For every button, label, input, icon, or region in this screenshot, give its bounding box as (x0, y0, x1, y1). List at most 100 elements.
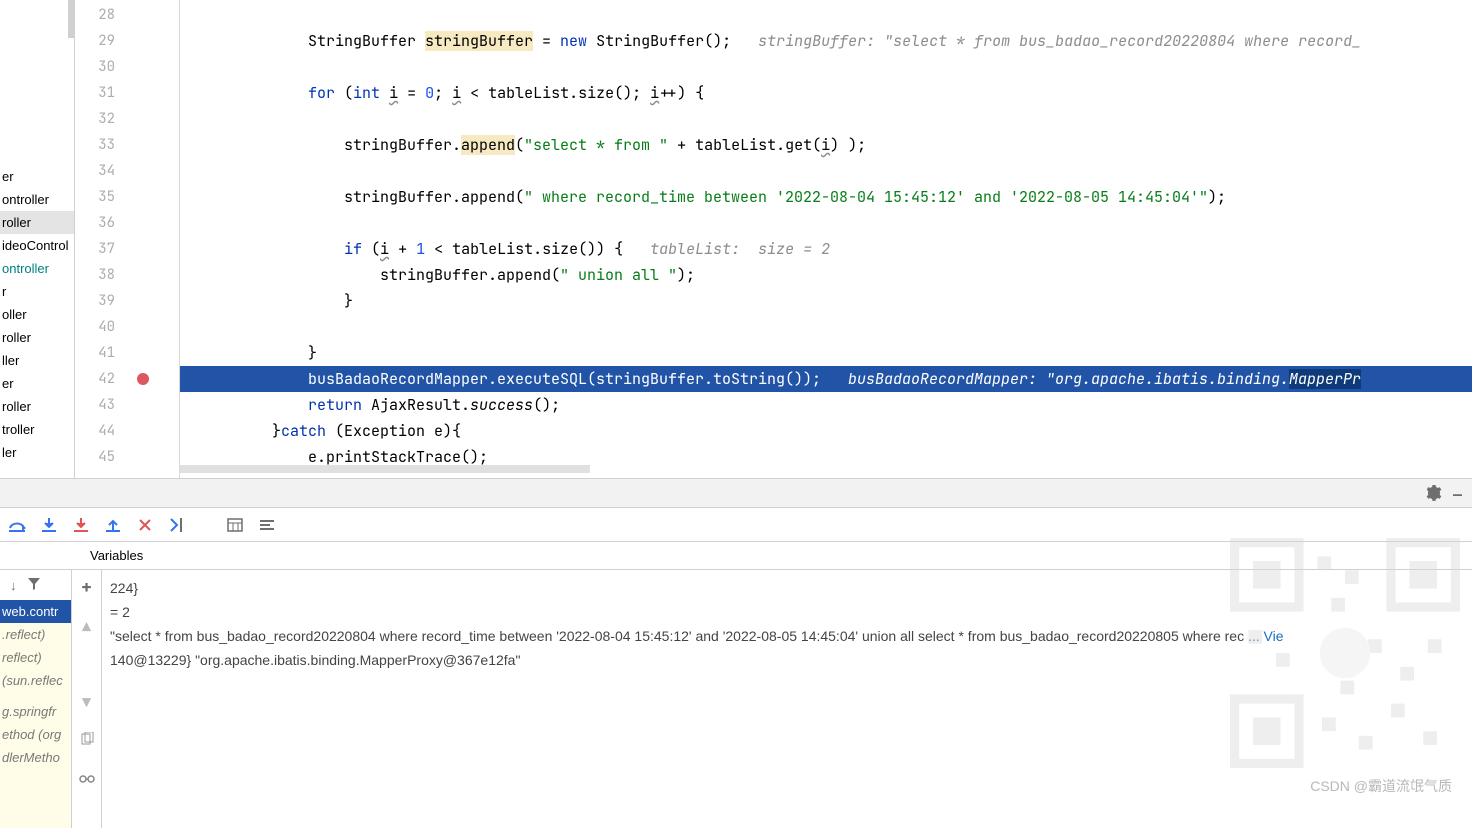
stack-frame-item[interactable]: .reflect) (0, 623, 71, 646)
add-watch-icon[interactable]: + (81, 576, 92, 599)
gutter-row[interactable]: 39 (75, 288, 179, 314)
step-over-icon[interactable] (8, 516, 26, 534)
variables-body[interactable]: 224}= 2 "select * from bus_badao_record2… (102, 570, 1472, 828)
code-line[interactable]: busBadaoRecordMapper.executeSQL(stringBu… (180, 366, 1472, 392)
line-number: 28 (75, 2, 115, 28)
gutter-row[interactable]: 40 (75, 314, 179, 340)
file-tree-item[interactable]: er (0, 372, 74, 395)
code-line[interactable]: }catch (Exception e){ (180, 418, 1472, 444)
step-out-icon[interactable] (104, 516, 122, 534)
gutter-row[interactable]: 28 (75, 2, 179, 28)
code-editor[interactable]: StringBuffer stringBuffer = new StringBu… (180, 0, 1472, 478)
stack-frame-item[interactable]: g.springfr (0, 700, 71, 723)
editor-gutter[interactable]: 282930313233343536373839404142434445 (75, 0, 180, 478)
minimize-icon[interactable]: — (1453, 485, 1462, 505)
file-tree-item[interactable]: ler (0, 441, 74, 464)
file-tree-item[interactable]: ller (0, 349, 74, 372)
gutter-row[interactable]: 30 (75, 54, 179, 80)
variables-tab-label: Variables (90, 548, 143, 563)
file-tree-item[interactable]: roller (0, 211, 74, 234)
gutter-row[interactable]: 37 (75, 236, 179, 262)
file-tree-item[interactable]: er (0, 165, 74, 188)
file-tree-item[interactable]: roller (0, 326, 74, 349)
file-tree-item[interactable]: ontroller (0, 257, 74, 280)
glasses-icon[interactable] (79, 769, 95, 789)
line-number: 30 (75, 54, 115, 80)
stack-frame-item[interactable]: dlerMetho (0, 746, 71, 769)
variable-row[interactable]: = 2 (110, 600, 1464, 624)
stack-frame-item[interactable]: reflect) (0, 646, 71, 669)
gutter-row[interactable]: 32 (75, 106, 179, 132)
nav-up-icon[interactable]: ▲ (82, 617, 91, 637)
gutter-row[interactable]: 41 (75, 340, 179, 366)
stack-frame-item[interactable]: (sun.reflec (0, 669, 71, 692)
code-line[interactable]: return AjaxResult.success(); (180, 392, 1472, 418)
gutter-row[interactable]: 36 (75, 210, 179, 236)
code-line[interactable] (180, 210, 1472, 236)
line-number: 38 (75, 262, 115, 288)
filter-icon[interactable] (27, 577, 41, 594)
line-number: 37 (75, 236, 115, 262)
variable-row[interactable]: 140@13229} "org.apache.ibatis.binding.Ma… (110, 648, 1464, 672)
line-number: 42 (75, 366, 115, 392)
gear-icon[interactable] (1426, 485, 1442, 506)
code-line[interactable]: } (180, 340, 1472, 366)
file-tree-item[interactable]: ideoControl (0, 234, 74, 257)
evaluate-expression-icon[interactable] (226, 516, 244, 534)
gutter-row[interactable]: 45 (75, 444, 179, 470)
file-tree-item[interactable]: roller (0, 395, 74, 418)
code-line[interactable]: } (180, 288, 1472, 314)
line-number: 43 (75, 392, 115, 418)
code-line[interactable] (180, 106, 1472, 132)
gutter-row[interactable]: 44 (75, 418, 179, 444)
gutter-row[interactable]: 42 (75, 366, 179, 392)
stack-frame-item[interactable]: ethod (org (0, 723, 71, 746)
frame-down-icon[interactable]: ↓ (10, 578, 17, 593)
gutter-row[interactable]: 29 (75, 28, 179, 54)
breakpoint-icon[interactable] (137, 373, 149, 385)
line-number: 40 (75, 314, 115, 340)
line-number: 32 (75, 106, 115, 132)
code-line[interactable]: stringBuffer.append(" where record_time … (180, 184, 1472, 210)
editor-h-scrollbar[interactable] (180, 465, 590, 473)
variables-tab[interactable]: Variables (0, 542, 1472, 570)
code-line[interactable] (180, 158, 1472, 184)
view-link[interactable]: ... Vie (1248, 628, 1284, 644)
line-number: 33 (75, 132, 115, 158)
line-number: 44 (75, 418, 115, 444)
gutter-row[interactable]: 43 (75, 392, 179, 418)
file-tree-scrollbar[interactable] (68, 0, 75, 38)
variable-row[interactable]: "select * from bus_badao_record20220804 … (110, 624, 1464, 648)
file-tree-panel[interactable]: erontrollerrollerideoControlontrollerrol… (0, 0, 75, 478)
code-line[interactable]: if (i + 1 < tableList.size()) { tableLis… (180, 236, 1472, 262)
drop-frame-icon[interactable] (136, 516, 154, 534)
code-line[interactable] (180, 314, 1472, 340)
stack-frame-item[interactable] (0, 692, 71, 700)
nav-down-icon[interactable]: ▼ (82, 693, 91, 713)
gutter-row[interactable]: 35 (75, 184, 179, 210)
stack-frame-item[interactable]: web.contr (0, 600, 71, 623)
code-line[interactable] (180, 2, 1472, 28)
code-line[interactable]: stringBuffer.append("select * from " + t… (180, 132, 1472, 158)
code-line[interactable]: StringBuffer stringBuffer = new StringBu… (180, 28, 1472, 54)
force-step-into-icon[interactable] (72, 516, 90, 534)
step-into-icon[interactable] (40, 516, 58, 534)
tool-window-header[interactable]: — (0, 478, 1472, 508)
copy-icon[interactable] (80, 731, 94, 751)
file-tree-item[interactable]: oller (0, 303, 74, 326)
gutter-row[interactable]: 34 (75, 158, 179, 184)
code-line[interactable]: stringBuffer.append(" union all "); (180, 262, 1472, 288)
line-number: 45 (75, 444, 115, 470)
file-tree-item[interactable]: troller (0, 418, 74, 441)
file-tree-item[interactable]: ontroller (0, 188, 74, 211)
variable-row[interactable]: 224} (110, 576, 1464, 600)
gutter-row[interactable]: 33 (75, 132, 179, 158)
code-line[interactable] (180, 54, 1472, 80)
trace-icon[interactable] (258, 516, 276, 534)
frames-panel[interactable]: ↓ web.contr.reflect)reflect)(sun.reflec g… (0, 570, 72, 828)
code-line[interactable]: for (int i = 0; i < tableList.size(); i+… (180, 80, 1472, 106)
file-tree-item[interactable]: r (0, 280, 74, 303)
run-to-cursor-icon[interactable] (168, 516, 186, 534)
gutter-row[interactable]: 38 (75, 262, 179, 288)
gutter-row[interactable]: 31 (75, 80, 179, 106)
